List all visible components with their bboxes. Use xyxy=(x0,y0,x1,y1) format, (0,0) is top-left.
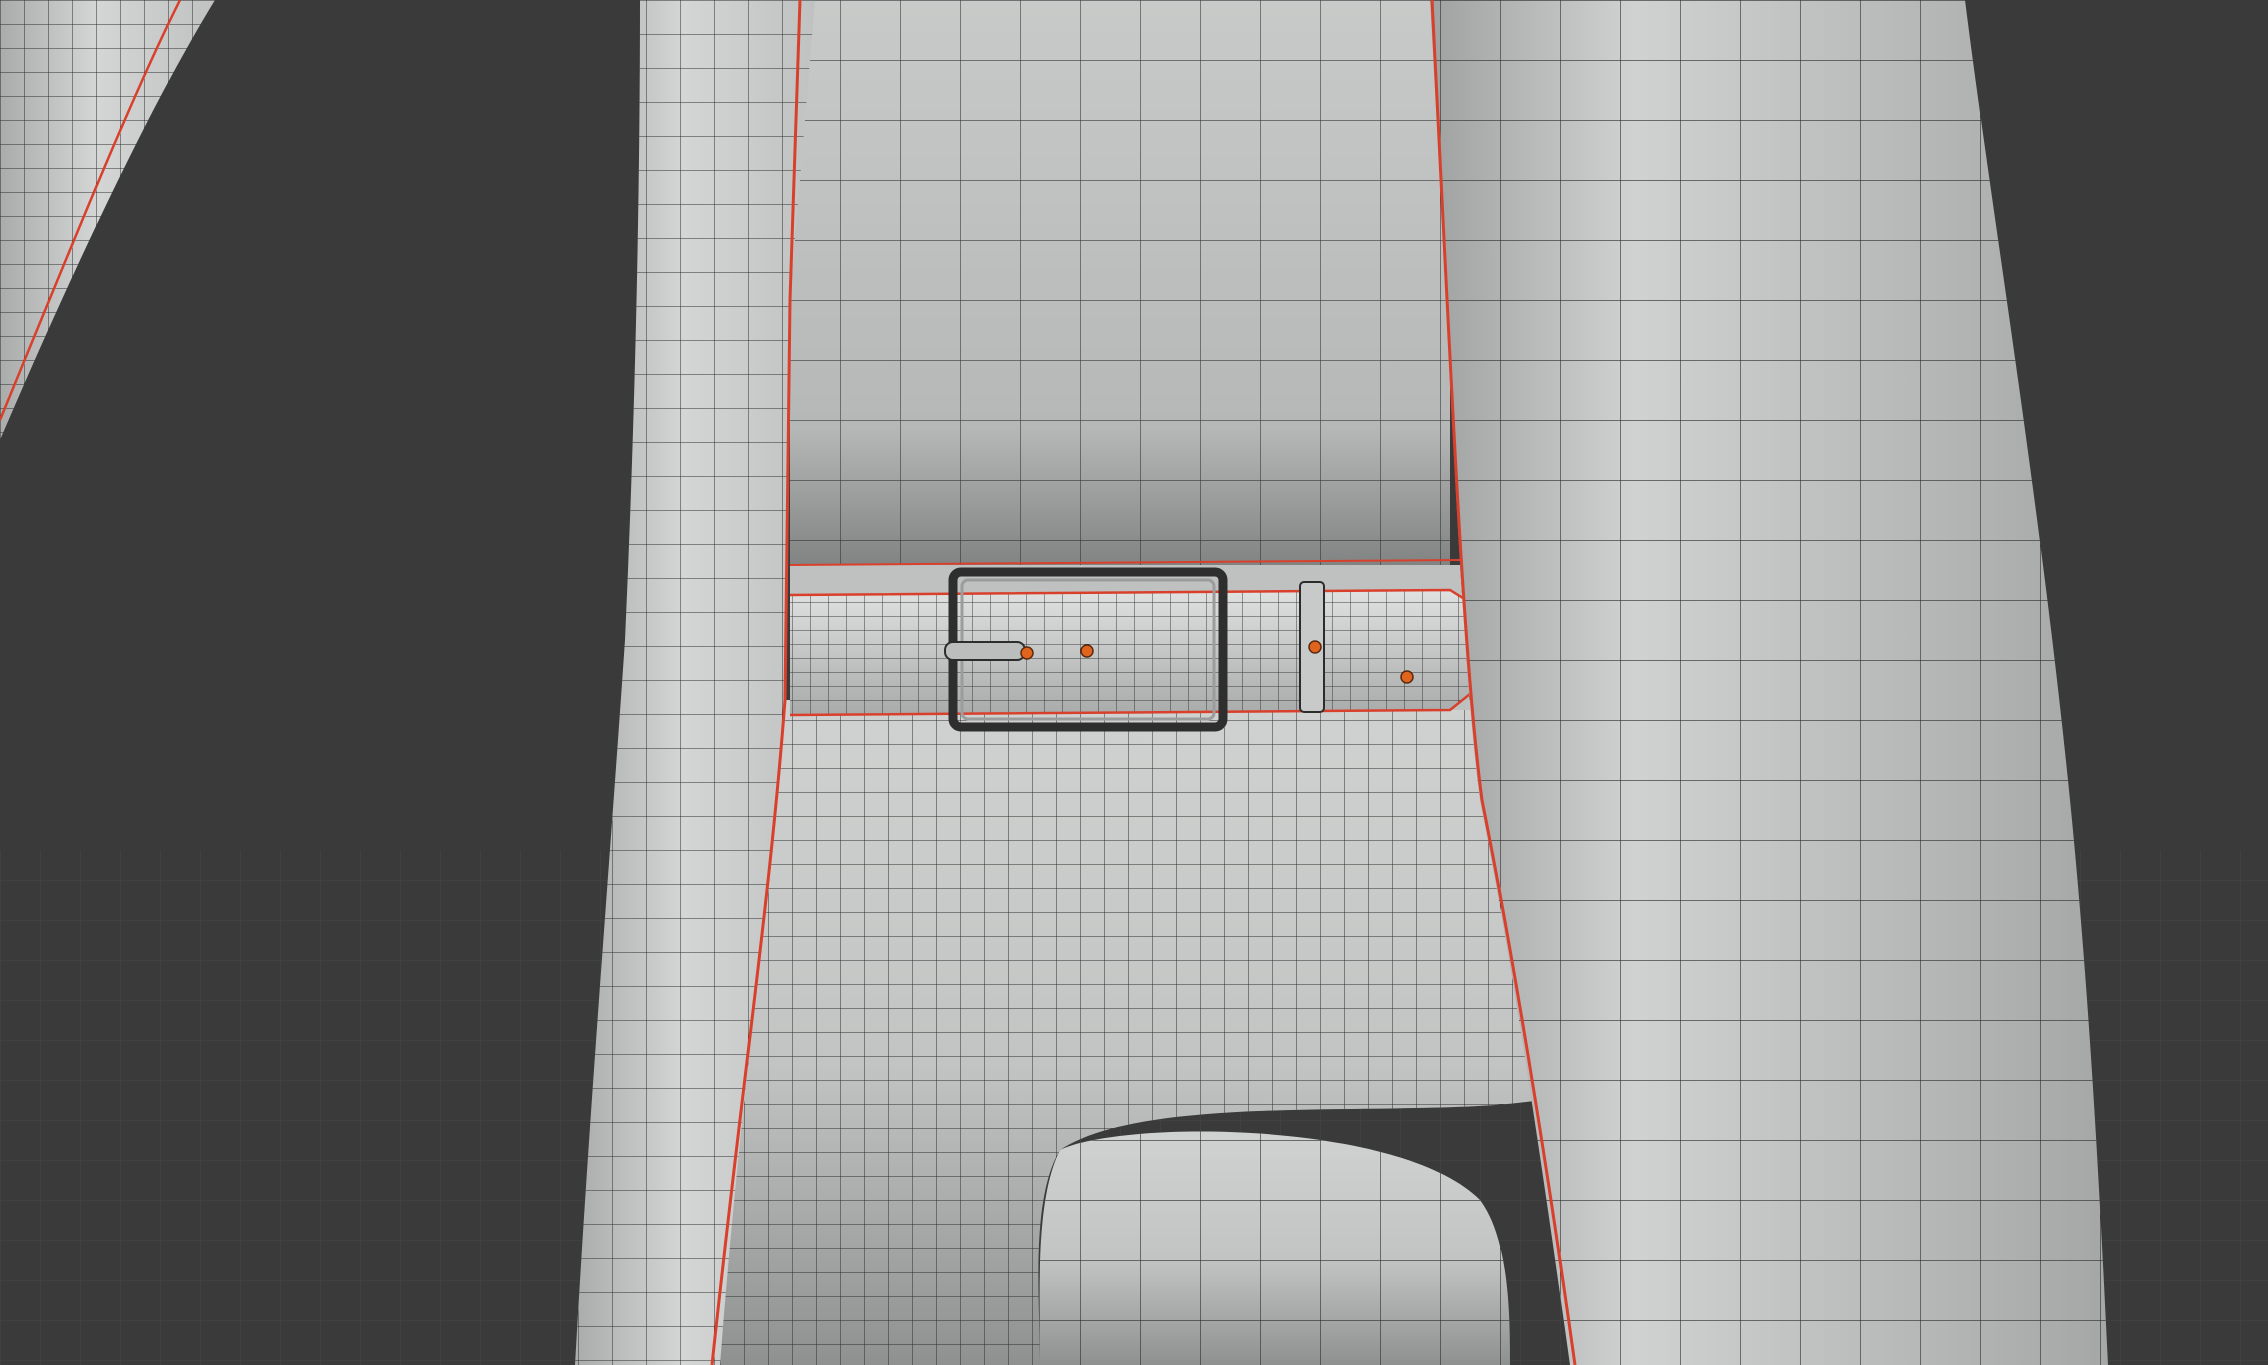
belt-mesh[interactable] xyxy=(789,559,1497,717)
3d-viewport[interactable] xyxy=(0,0,2268,1365)
belt-hole[interactable] xyxy=(1080,644,1094,658)
pants-mesh[interactable] xyxy=(700,700,1540,1365)
viewport-canvas[interactable] xyxy=(0,0,2268,1365)
belt-hole[interactable] xyxy=(1020,646,1034,660)
torso-upper-mesh[interactable] xyxy=(790,0,1450,570)
belt-hole[interactable] xyxy=(1400,670,1414,684)
belt-hole[interactable] xyxy=(1308,640,1322,654)
